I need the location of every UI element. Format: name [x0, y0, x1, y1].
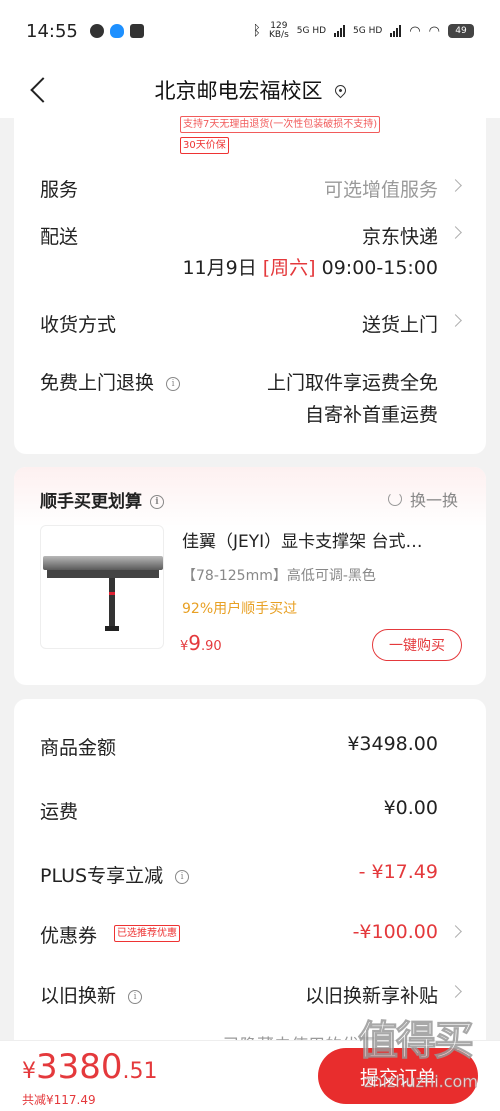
- signal-label-1: 5G HD: [296, 26, 327, 36]
- price-protect-tag: 30天价保: [180, 137, 229, 154]
- info-icon[interactable]: i: [128, 989, 143, 1004]
- receive-label: 收货方式: [40, 314, 117, 336]
- swap-button[interactable]: 换一换: [387, 487, 458, 511]
- addon-title-text: 顺手买更划算: [40, 492, 142, 512]
- product-image[interactable]: [40, 525, 164, 649]
- signal-label-2: 5G HD: [353, 26, 383, 36]
- delivery-weekday: [周六]: [262, 257, 316, 279]
- return-policy-tag: 支持7天无理由退货(一次性包装破损不支持): [180, 116, 381, 133]
- free-return-line1: 上门取件享运费全免: [266, 372, 438, 394]
- free-return-text: 免费上门退换: [40, 372, 155, 394]
- image-part: [105, 626, 119, 631]
- plus-label-text: PLUS专享立减: [40, 865, 164, 887]
- battery-icon: 49: [448, 24, 474, 38]
- trade-in-value[interactable]: 以旧换新享补贴: [305, 981, 438, 1008]
- refresh-icon: [387, 492, 402, 506]
- coupon-chevron-icon[interactable]: [449, 925, 462, 938]
- plus-discount-value: - ¥17.49: [358, 861, 438, 883]
- wechat-icon: [89, 24, 104, 38]
- image-part: [43, 556, 163, 570]
- shipping-value: ¥0.00: [383, 797, 438, 819]
- wifi-icon: ◠: [409, 23, 421, 39]
- info-icon[interactable]: i: [175, 869, 190, 884]
- wifi-icon-2: ◠: [428, 23, 440, 39]
- goods-amount-label: 商品金额: [40, 737, 117, 759]
- coupon-value[interactable]: -¥100.00: [353, 921, 438, 943]
- app-icon: [129, 24, 144, 38]
- image-part: [47, 570, 159, 578]
- image-part: [109, 578, 115, 628]
- total-currency: ¥: [22, 1059, 36, 1084]
- addon-card: 顺手买更划算 i 换一换 佳翼（JEYI）显卡支撑架 台式… 【78-125mm】…: [14, 467, 486, 685]
- product-buy-rate: 92%用户顺手买过: [182, 601, 298, 617]
- delivery-time[interactable]: 11月9日 [周六] 09:00-15:00: [182, 253, 438, 280]
- delivery-label: 配送: [40, 226, 79, 248]
- service-label: 服务: [40, 179, 79, 201]
- swap-label: 换一换: [409, 491, 458, 510]
- receive-chevron-icon[interactable]: [449, 314, 462, 327]
- one-click-buy-button[interactable]: 一键购买: [372, 629, 462, 661]
- notification-icons: [89, 24, 144, 38]
- status-right: ᛒ 129 KB/s 5G HD 5G HD ◠ ◠ 49: [253, 22, 474, 40]
- delivery-card: 支持7天无理由退货(一次性包装破损不支持) 30天价保 服务 可选增值服务 配送…: [14, 110, 486, 454]
- bluetooth-icon: ᛒ: [252, 23, 261, 39]
- status-bar: 14:55 ᛒ 129 KB/s 5G HD 5G HD ◠ ◠ 49: [0, 0, 500, 62]
- delivery-value[interactable]: 京东快递: [362, 222, 438, 249]
- trade-in-label: 以旧换新 i: [40, 981, 143, 1008]
- price-int: 9: [188, 631, 202, 655]
- delivery-date: 11月9日: [182, 257, 257, 279]
- product-name[interactable]: 佳翼（JEYI）显卡支撑架 台式…: [182, 527, 452, 552]
- product-spec: 【78-125mm】高低可调-黑色: [182, 568, 376, 584]
- location-pin-icon[interactable]: [332, 82, 348, 98]
- trade-in-text: 以旧换新: [40, 985, 117, 1007]
- total-int: 3380: [36, 1047, 123, 1087]
- receive-value[interactable]: 送货上门: [362, 310, 438, 337]
- service-value[interactable]: 可选增值服务: [324, 175, 438, 202]
- info-icon[interactable]: i: [166, 376, 181, 391]
- net-speed: 129 KB/s: [268, 21, 289, 40]
- info-icon[interactable]: i: [150, 495, 164, 509]
- status-time: 14:55: [26, 20, 78, 42]
- signal-icon: [334, 25, 346, 37]
- trade-in-chevron-icon[interactable]: [449, 985, 462, 998]
- goods-amount-value: ¥3498.00: [347, 733, 438, 755]
- plus-discount-label: PLUS专享立减 i: [40, 861, 190, 888]
- signal-icon-2: [390, 25, 402, 37]
- total-saved: 共减¥117.49: [22, 1093, 96, 1107]
- product-price: ¥9.90: [180, 631, 222, 655]
- page-title: 北京邮电宏福校区: [154, 79, 323, 103]
- total-dec: .51: [122, 1059, 158, 1084]
- coupon-label: 优惠券: [40, 925, 98, 947]
- qq-icon: [109, 24, 124, 38]
- shipping-label: 运费: [40, 801, 79, 823]
- submit-order-button[interactable]: 提交订单: [318, 1048, 478, 1104]
- free-return-label: 免费上门退换 i: [40, 368, 181, 395]
- checkout-bar: ¥3380.51 共减¥117.49 提交订单: [0, 1040, 500, 1111]
- total-price: ¥3380.51: [22, 1047, 158, 1087]
- free-return-line2: 自寄补首重运费: [304, 404, 438, 426]
- delivery-chevron-icon[interactable]: [449, 226, 462, 239]
- price-dec: .90: [201, 639, 222, 654]
- coupon-tag: 已选推荐优惠: [114, 925, 180, 942]
- back-icon[interactable]: [28, 74, 52, 106]
- addon-title: 顺手买更划算 i: [40, 487, 164, 512]
- delivery-time-range: 09:00-15:00: [321, 257, 438, 279]
- service-chevron-icon[interactable]: [449, 179, 462, 192]
